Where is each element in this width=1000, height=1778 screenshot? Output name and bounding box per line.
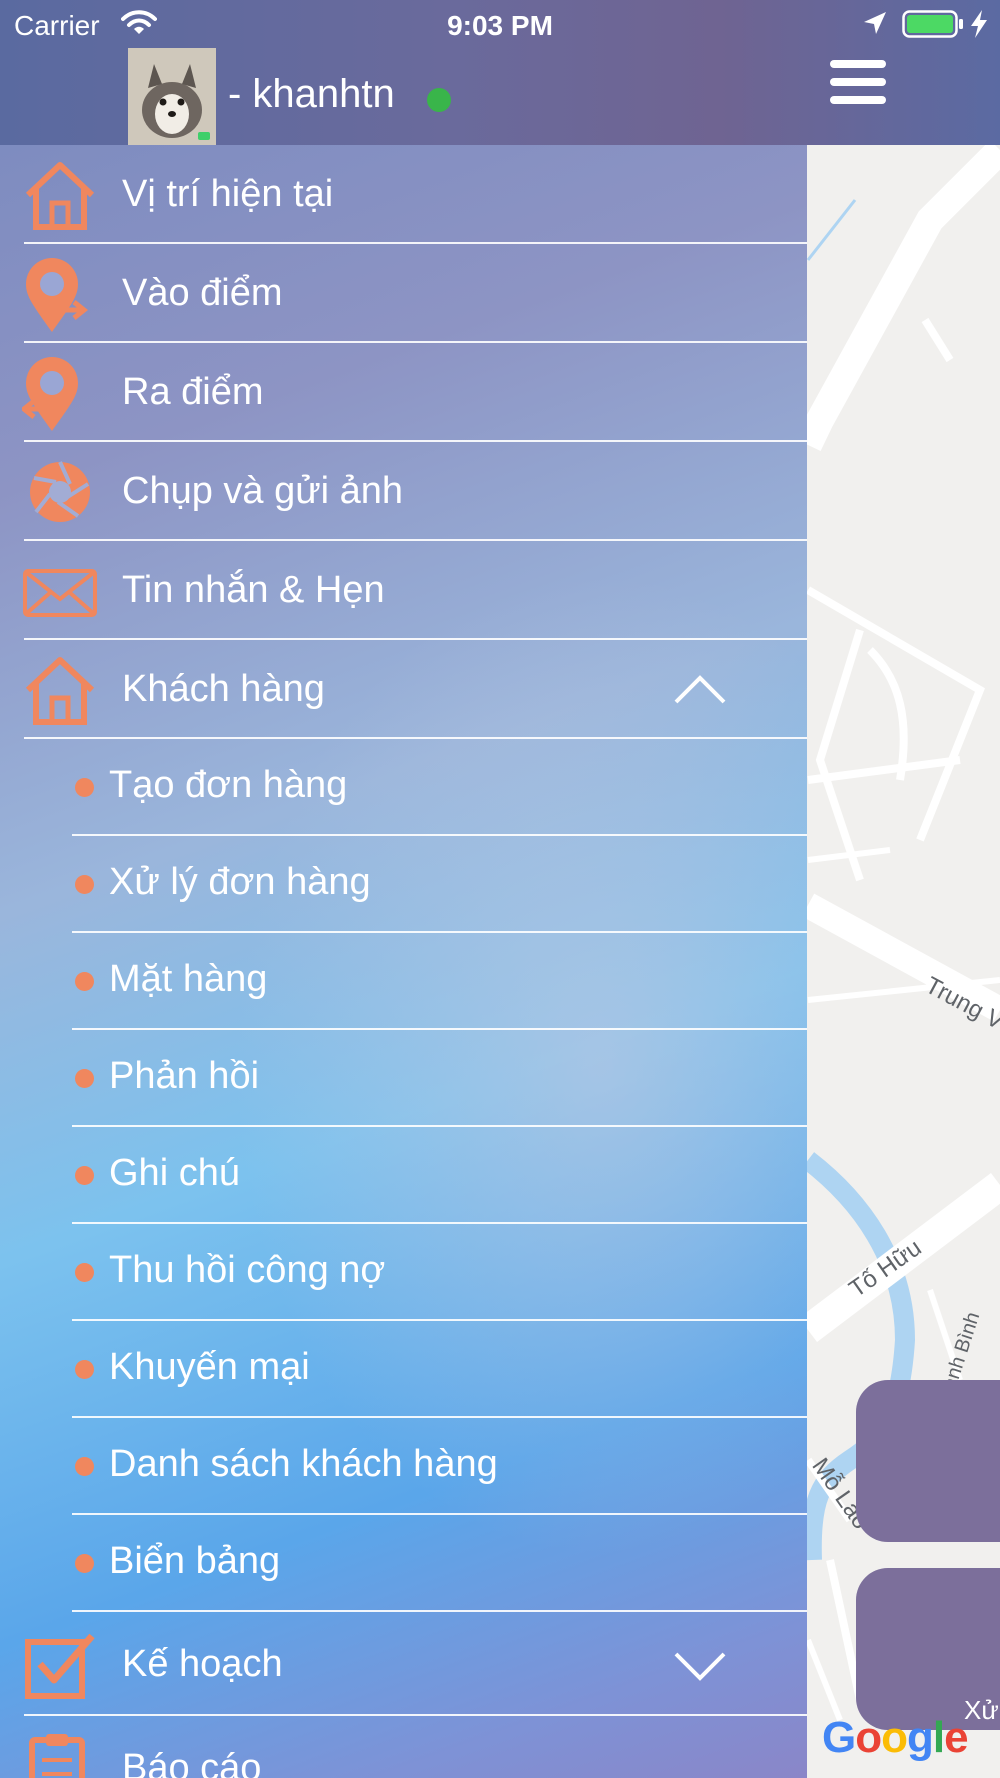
side-drawer-menu: Vị trí hiện tại Vào điểm Ra điểm Chụp và…	[0, 145, 807, 1778]
map-pin-in-icon	[26, 258, 89, 332]
online-status-dot	[427, 88, 451, 112]
submenu-item-label: Thu hồi công nợ	[109, 1249, 386, 1291]
bullet-dot	[75, 972, 94, 991]
bullet-dot	[75, 1263, 94, 1282]
bullet-dot	[75, 1069, 94, 1088]
camera-shutter-icon	[30, 461, 90, 522]
menu-item-messages[interactable]: Tin nhắn & Hẹn	[0, 541, 807, 640]
menu-bar	[830, 60, 886, 68]
overlay-card-label: Xử	[964, 1695, 999, 1725]
status-bar: Carrier 9:03 PM	[0, 0, 1000, 50]
submenu-item-label: Phản hồi	[109, 1055, 260, 1097]
menu-bar	[830, 96, 886, 104]
menu-item-plan[interactable]: Kế hoạch	[0, 1612, 807, 1716]
menu-item-label: Chụp và gửi ảnh	[122, 470, 404, 512]
submenu-item-process-order[interactable]: Xử lý đơn hàng	[0, 836, 807, 933]
submenu-item-label: Mặt hàng	[109, 958, 268, 1000]
menu-item-label: Khách hàng	[122, 668, 325, 710]
charging-bolt-icon	[971, 10, 987, 38]
bullet-dot	[75, 1457, 94, 1476]
menu-item-label: Vào điểm	[122, 272, 283, 314]
submenu-item-create-order[interactable]: Tạo đơn hàng	[0, 739, 807, 836]
submenu-item-label: Biển bảng	[109, 1540, 281, 1582]
map-pin-out-icon	[22, 357, 78, 431]
menu-item-current-location[interactable]: Vị trí hiện tại	[0, 145, 807, 244]
app-header: Carrier 9:03 PM - khanhtn	[0, 0, 1000, 145]
envelope-icon	[23, 569, 97, 617]
map-overlay-card[interactable]	[856, 1380, 1000, 1542]
username: - khanhtn	[228, 72, 395, 116]
status-time: 9:03 PM	[447, 10, 553, 41]
submenu-item-label: Xử lý đơn hàng	[109, 861, 371, 903]
submenu-item-label: Ghi chú	[109, 1152, 240, 1194]
submenu-item-label: Tạo đơn hàng	[109, 764, 348, 806]
google-attribution-logo: Google	[822, 1713, 969, 1762]
bullet-dot	[75, 1166, 94, 1185]
hamburger-menu-button[interactable]	[830, 60, 886, 116]
bullet-dot	[75, 875, 94, 894]
chevron-up-icon[interactable]	[672, 670, 728, 710]
submenu-item-customer-list[interactable]: Danh sách khách hàng	[0, 1418, 807, 1515]
avatar[interactable]	[128, 48, 216, 145]
menu-item-label: Báo cáo	[122, 1747, 262, 1778]
menu-item-label: Kế hoạch	[122, 1643, 283, 1685]
menu-item-check-out[interactable]: Ra điểm	[0, 343, 807, 442]
menu-item-report[interactable]: Báo cáo	[0, 1716, 807, 1778]
avatar-photo	[128, 48, 216, 145]
battery-icon	[902, 10, 963, 38]
clipboard-icon	[29, 1734, 85, 1778]
menu-item-label: Vị trí hiện tại	[122, 173, 334, 215]
submenu-item-feedback[interactable]: Phản hồi	[0, 1030, 807, 1127]
submenu-item-promotions[interactable]: Khuyến mại	[0, 1321, 807, 1418]
submenu-item-products[interactable]: Mặt hàng	[0, 933, 807, 1030]
menu-item-label: Tin nhắn & Hẹn	[122, 569, 385, 611]
bullet-dot	[75, 1554, 94, 1573]
menu-item-label: Ra điểm	[122, 371, 264, 413]
menu-item-photo[interactable]: Chụp và gửi ảnh	[0, 442, 807, 541]
submenu-item-label: Danh sách khách hàng	[109, 1443, 498, 1485]
checkbox-icon	[25, 1633, 95, 1699]
submenu-item-debt-collection[interactable]: Thu hồi công nợ	[0, 1224, 807, 1321]
menu-bar	[830, 78, 886, 86]
chevron-down-icon[interactable]	[672, 1646, 728, 1686]
map-overlay-card[interactable]: Xử	[856, 1568, 1000, 1730]
home-icon	[25, 162, 95, 230]
home-icon	[25, 657, 95, 725]
bullet-dot	[75, 1360, 94, 1379]
submenu-item-label: Khuyến mại	[109, 1346, 310, 1388]
submenu-item-notes[interactable]: Ghi chú	[0, 1127, 807, 1224]
location-arrow-icon	[864, 12, 886, 34]
menu-item-customers[interactable]: Khách hàng	[0, 640, 807, 739]
bullet-dot	[75, 778, 94, 797]
menu-item-check-in[interactable]: Vào điểm	[0, 244, 807, 343]
submenu-item-signboards[interactable]: Biển bảng	[0, 1515, 807, 1612]
